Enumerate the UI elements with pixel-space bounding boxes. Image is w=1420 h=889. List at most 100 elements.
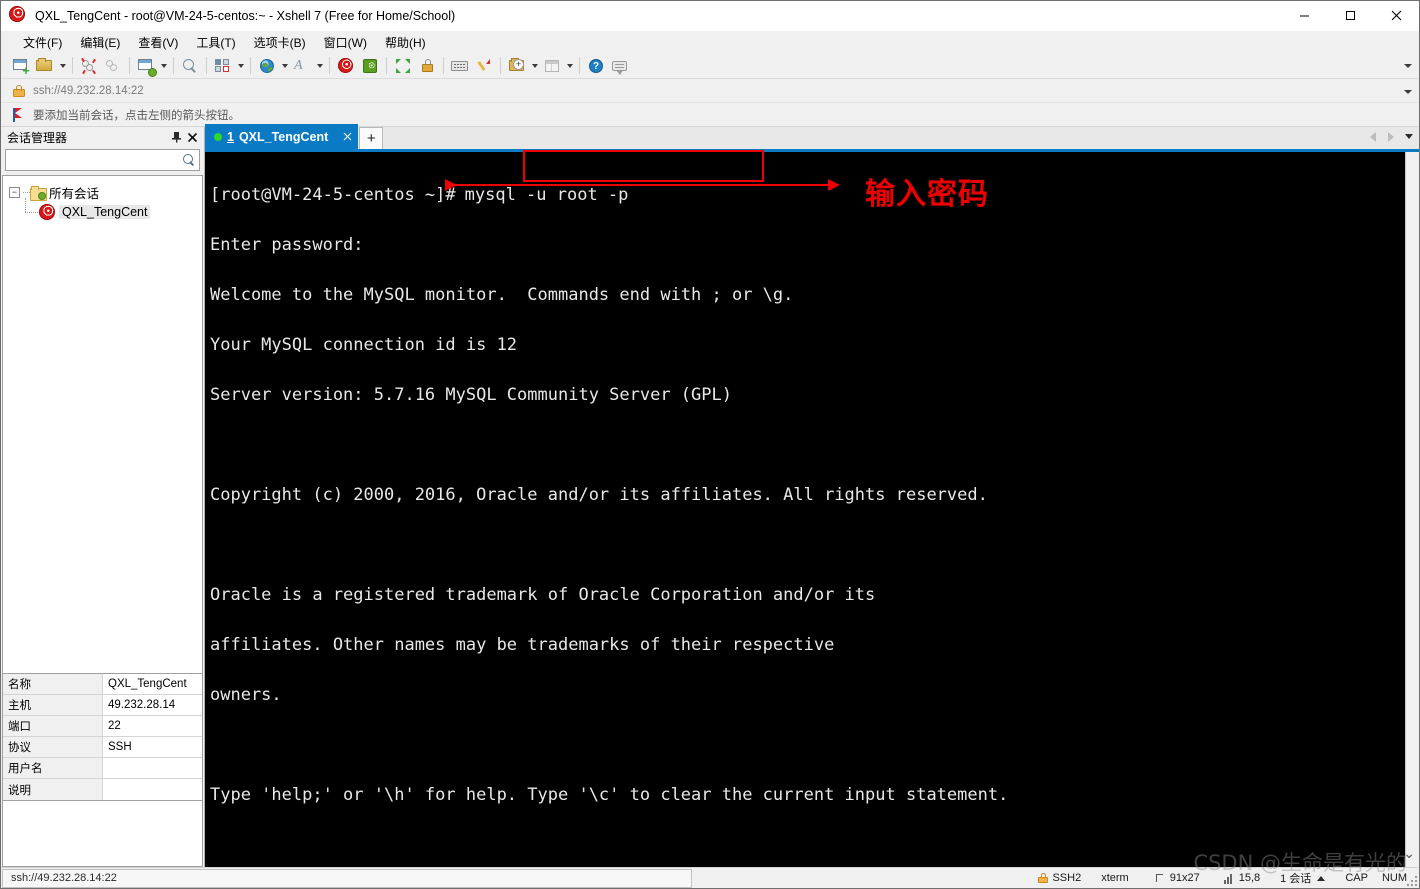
feedback-icon[interactable] <box>608 55 632 77</box>
search-icon[interactable] <box>183 153 196 167</box>
highlight-pen-icon[interactable] <box>472 55 496 77</box>
prop-value-port: 22 <box>103 716 202 736</box>
xftp-icon[interactable] <box>358 55 382 77</box>
new-tab-button[interactable]: + <box>359 127 384 149</box>
open-folder-icon[interactable] <box>33 55 57 77</box>
window-resize-grip[interactable] <box>1405 874 1417 886</box>
session-properties-icon[interactable] <box>134 55 158 77</box>
find-icon[interactable] <box>178 55 202 77</box>
tree-guide <box>23 191 30 193</box>
toolbar-separator <box>579 57 580 74</box>
layout-icon[interactable] <box>211 55 235 77</box>
address-bar[interactable]: ssh://49.232.28.14:22 <box>1 79 1419 103</box>
table-row: 用户名 <box>3 758 202 779</box>
tree-row-all-sessions[interactable]: − 所有会话 <box>3 182 202 202</box>
status-terminal-type-label: xterm <box>1101 872 1129 884</box>
globe-encoding-icon[interactable] <box>255 55 279 77</box>
chevron-up-icon[interactable] <box>1315 872 1327 884</box>
split-view-dropdown-arrow-icon[interactable] <box>564 55 575 77</box>
prop-value-host: 49.232.28.14 <box>103 695 202 715</box>
terminal-line: Server version: 5.7.16 MySQL Community S… <box>210 385 732 405</box>
menu-bar: 文件(F) 编辑(E) 查看(V) 工具(T) 选项卡(B) 窗口(W) 帮助(… <box>1 31 1419 53</box>
menu-file[interactable]: 文件(F) <box>15 31 70 54</box>
session-manager-panel: 会话管理器 − 所有会话 QXL_TengCent 名称 QXL_TengCen… <box>1 127 205 867</box>
tree-row-session[interactable]: QXL_TengCent <box>3 198 202 222</box>
tab-strip-controls <box>1365 127 1417 146</box>
table-row: 名称 QXL_TengCent <box>3 674 202 695</box>
open-folder-dropdown-arrow-icon[interactable] <box>57 55 68 77</box>
terminal-area: [root@VM-24-5-centos ~]# mysql -u root -p… <box>205 150 1419 867</box>
status-terminal-type: xterm <box>1087 869 1143 888</box>
status-caps-label: CAP <box>1345 872 1368 884</box>
search-input[interactable] <box>9 153 183 167</box>
xshell-window: QXL_TengCent - root@VM-24-5-centos:~ - X… <box>0 0 1420 889</box>
menu-tabs[interactable]: 选项卡(B) <box>246 31 314 54</box>
hint-text: 要添加当前会话，点击左侧的箭头按钮。 <box>33 109 240 122</box>
session-manager-title: 会话管理器 <box>7 130 68 145</box>
help-icon[interactable]: ? <box>584 55 608 77</box>
folder-gear-icon <box>30 185 47 201</box>
close-button[interactable] <box>1373 1 1419 31</box>
tab-session-1[interactable]: 1 QXL_TengCent <box>205 124 359 149</box>
terminal-scrollbar[interactable] <box>1405 152 1419 867</box>
session-properties-dropdown-arrow-icon[interactable] <box>158 55 169 77</box>
xshell-spiral-icon[interactable] <box>334 55 358 77</box>
add-to-folder-icon[interactable] <box>505 55 529 77</box>
properties-empty-area <box>2 801 203 867</box>
session-properties-grid: 名称 QXL_TengCent 主机 49.232.28.14 端口 22 协议… <box>2 673 203 801</box>
session-search-row[interactable] <box>5 149 200 171</box>
tree-collapse-toggle[interactable]: − <box>9 186 20 198</box>
menu-window[interactable]: 窗口(W) <box>316 31 375 54</box>
menu-tools[interactable]: 工具(T) <box>188 31 243 54</box>
menu-help[interactable]: 帮助(H) <box>377 31 434 54</box>
add-to-folder-dropdown-arrow-icon[interactable] <box>529 55 540 77</box>
toolbar-overflow-button[interactable] <box>1401 53 1415 79</box>
font-icon[interactable]: A <box>290 55 314 77</box>
tree-label-all-sessions: 所有会话 <box>49 186 100 201</box>
toolbar-separator <box>72 57 73 74</box>
pin-icon[interactable] <box>168 129 184 145</box>
keyboard-icon[interactable] <box>448 55 472 77</box>
new-session-icon[interactable]: + <box>9 55 33 77</box>
split-view-icon[interactable] <box>540 55 564 77</box>
terminal-line: affiliates. Other names may be trademark… <box>210 635 835 655</box>
prop-key-username: 用户名 <box>3 758 103 778</box>
table-row: 说明 <box>3 779 202 800</box>
terminal-line: Enter password: <box>210 235 364 255</box>
reconnect-chain-icon[interactable] <box>101 55 125 77</box>
close-icon[interactable] <box>343 130 352 144</box>
close-panel-icon[interactable] <box>184 129 200 145</box>
chevron-left-icon[interactable] <box>1365 127 1381 146</box>
menu-view[interactable]: 查看(V) <box>130 31 186 54</box>
flag-icon <box>13 107 25 122</box>
terminal-line: Welcome to the MySQL monitor. Commands e… <box>210 285 794 305</box>
connected-status-icon <box>214 132 222 141</box>
status-protocol-label: SSH2 <box>1052 872 1082 884</box>
chevron-down-icon[interactable]: ⌄ <box>1403 845 1415 862</box>
prop-key-port: 端口 <box>3 716 103 736</box>
terminal-line: owners. <box>210 685 282 705</box>
minimize-button[interactable] <box>1281 1 1327 31</box>
disconnect-icon[interactable] <box>77 55 101 77</box>
status-caps: CAP <box>1335 869 1378 888</box>
toolbar-separator <box>500 57 501 74</box>
fullscreen-icon[interactable] <box>391 55 415 77</box>
encoding-dropdown-arrow-icon[interactable] <box>279 55 290 77</box>
status-cursor-position-label: 15,8 <box>1238 872 1261 884</box>
menu-edit[interactable]: 编辑(E) <box>72 31 128 54</box>
font-dropdown-arrow-icon[interactable] <box>314 55 325 77</box>
chevron-right-icon[interactable] <box>1383 127 1399 146</box>
layout-dropdown-arrow-icon[interactable] <box>235 55 246 77</box>
lock-icon <box>13 84 25 97</box>
address-bar-dropdown-arrow-icon[interactable] <box>1401 79 1415 105</box>
status-size: 91x27 <box>1143 869 1212 888</box>
tab-list-dropdown-icon[interactable] <box>1401 127 1417 146</box>
terminal-output[interactable]: [root@VM-24-5-centos ~]# mysql -u root -p… <box>205 152 1405 867</box>
maximize-button[interactable] <box>1327 1 1373 31</box>
terminal-pane: 1 QXL_TengCent + [root@VM-24-5-centos ~]… <box>205 124 1419 867</box>
session-manager-header: 会话管理器 <box>1 127 204 147</box>
lock-icon[interactable] <box>415 55 439 77</box>
address-bar-url: ssh://49.232.28.14:22 <box>33 84 144 97</box>
toolbar: + A + ? <box>1 53 1419 79</box>
title-bar: QXL_TengCent - root@VM-24-5-centos:~ - X… <box>1 1 1419 31</box>
